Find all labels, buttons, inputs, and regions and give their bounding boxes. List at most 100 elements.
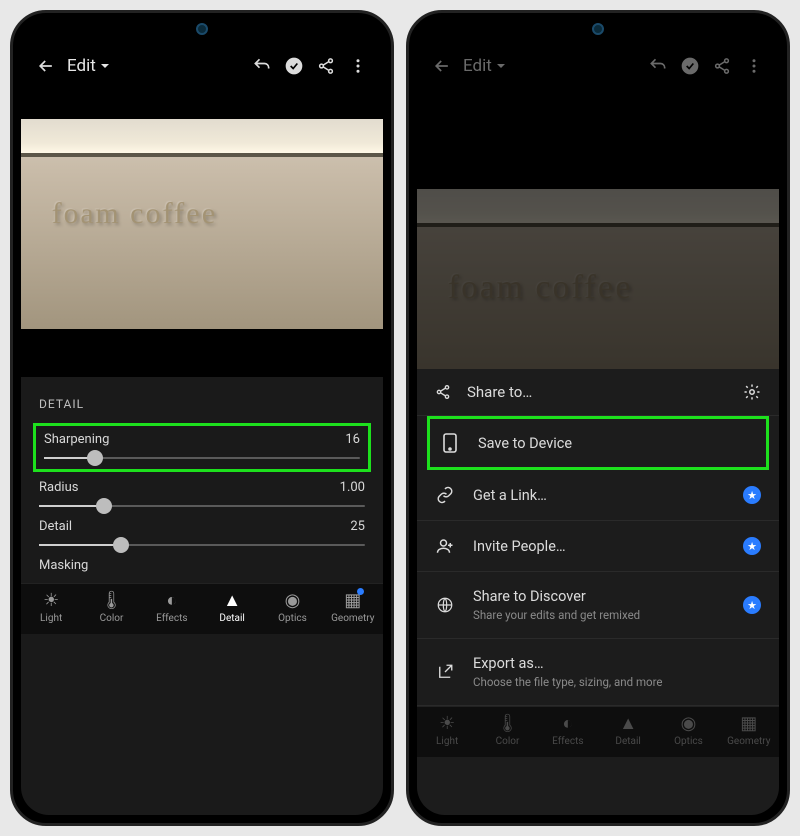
more-icon[interactable] <box>347 55 369 77</box>
premium-star-icon: ★ <box>743 596 761 614</box>
share-row-share-discover[interactable]: Share to Discover Share your edits and g… <box>417 572 779 639</box>
camera-notch-icon <box>196 23 208 35</box>
tab-geometry[interactable]: ▦ Geometry <box>323 590 383 624</box>
export-icon <box>435 663 455 681</box>
more-icon[interactable] <box>743 55 765 77</box>
tab-label: Effects <box>156 613 187 624</box>
share-icon[interactable] <box>711 55 733 77</box>
share-row-label: Get a Link… <box>473 487 725 504</box>
gear-icon[interactable] <box>743 383 761 401</box>
photo-wall-text: foam coffee <box>448 269 633 307</box>
effects-icon: ◐ <box>166 590 177 610</box>
share-row-text: Export as… Choose the file type, sizing,… <box>473 655 761 689</box>
bottom-tabbar: ☀ Light 🌡 Color ◐ Effects ▲ Detail ◉ <box>21 583 383 634</box>
optics-icon: ◉ <box>285 590 301 610</box>
tab-light[interactable]: ☀ Light <box>21 590 81 624</box>
share-sheet: Share to… Save to Device Get a Link… ★ <box>417 369 779 815</box>
slider-track[interactable] <box>39 544 365 546</box>
header-title[interactable]: Edit <box>67 56 110 76</box>
photo-image: foam coffee <box>417 189 779 369</box>
share-row-get-link[interactable]: Get a Link… ★ <box>417 470 779 521</box>
confirm-icon[interactable] <box>679 55 701 77</box>
camera-notch-icon <box>592 23 604 35</box>
share-row-label: Invite People… <box>473 538 725 555</box>
share-row-sub: Share your edits and get remixed <box>473 608 725 622</box>
back-icon[interactable] <box>431 55 453 77</box>
slider-sharpening[interactable]: Sharpening 16 <box>33 423 371 472</box>
chevron-down-icon <box>100 61 110 71</box>
tab-label: Light <box>40 613 62 624</box>
confirm-icon[interactable] <box>283 55 305 77</box>
undo-icon[interactable] <box>251 55 273 77</box>
share-icon[interactable] <box>315 55 337 77</box>
share-row-invite-people[interactable]: Invite People… ★ <box>417 521 779 572</box>
premium-badge-icon <box>357 588 364 595</box>
tab-optics[interactable]: ◉ Optics <box>262 590 322 624</box>
color-icon: 🌡 <box>496 713 519 733</box>
premium-star-icon: ★ <box>743 486 761 504</box>
slider-label: Sharpening <box>44 432 109 447</box>
detail-icon: ▲ <box>223 590 241 610</box>
detail-icon: ▲ <box>619 713 637 733</box>
share-row-save-to-device[interactable]: Save to Device <box>427 416 769 470</box>
tab-label: Optics <box>278 613 307 624</box>
photo-image: foam coffee <box>21 119 383 329</box>
tab-label: Detail <box>615 736 640 747</box>
slider-value: 25 <box>350 519 365 534</box>
header-title[interactable]: Edit <box>463 56 506 76</box>
tab-label: Color <box>100 613 124 624</box>
slider-value: 1.00 <box>340 480 365 495</box>
tab-label: Geometry <box>727 736 770 747</box>
optics-icon: ◉ <box>681 713 697 733</box>
link-icon <box>435 486 455 504</box>
share-row-label: Save to Device <box>478 435 756 452</box>
share-row-label: Share to Discover <box>473 588 725 605</box>
invite-icon <box>435 537 455 555</box>
tab-optics: ◉ Optics <box>658 713 718 747</box>
top-bar: Edit <box>21 43 383 89</box>
light-icon: ☀ <box>43 590 59 610</box>
tab-label: Color <box>496 736 520 747</box>
tab-geometry: ▦Geometry <box>719 713 779 747</box>
tab-effects[interactable]: ◐ Effects <box>142 590 202 624</box>
share-row-label: Export as… <box>473 655 761 672</box>
slider-radius[interactable]: Radius 1.00 <box>21 472 383 511</box>
slider-track[interactable] <box>39 505 365 507</box>
slider-label: Masking <box>39 558 88 573</box>
phone-left: Edit foam coffee DET <box>10 10 394 826</box>
slider-label: Detail <box>39 519 72 534</box>
share-row-text: Share to Discover Share your edits and g… <box>473 588 725 622</box>
tab-color: 🌡 Color <box>477 713 537 747</box>
tab-detail[interactable]: ▲ Detail <box>202 590 262 624</box>
effects-icon: ◐ <box>562 713 573 733</box>
undo-icon[interactable] <box>647 55 669 77</box>
tab-label: Light <box>436 736 458 747</box>
tab-detail: ▲ Detail <box>598 713 658 747</box>
tab-label: Geometry <box>331 613 374 624</box>
tab-label: Detail <box>219 613 244 624</box>
phone-right: Edit foam coffee <box>406 10 790 826</box>
slider-masking[interactable]: Masking <box>21 550 383 583</box>
globe-icon <box>435 596 455 614</box>
screen-left: Edit foam coffee DET <box>21 21 383 815</box>
slider-track[interactable] <box>44 457 360 459</box>
panel-title: DETAIL <box>21 391 383 423</box>
light-icon: ☀ <box>439 713 455 733</box>
tab-label: Optics <box>674 736 703 747</box>
back-icon[interactable] <box>35 55 57 77</box>
share-row-sub: Choose the file type, sizing, and more <box>473 675 761 689</box>
photo-wall-text: foam coffee <box>52 197 217 231</box>
tab-label: Effects <box>552 736 583 747</box>
tab-color[interactable]: 🌡 Color <box>81 590 141 624</box>
premium-star-icon: ★ <box>743 537 761 555</box>
photo-preview: foam coffee <box>417 119 779 369</box>
header-title-text: Edit <box>67 56 96 76</box>
slider-detail[interactable]: Detail 25 <box>21 511 383 550</box>
slider-label: Radius <box>39 480 78 495</box>
tab-light: ☀ Light <box>417 713 477 747</box>
photo-preview[interactable]: foam coffee <box>21 119 383 329</box>
share-sheet-header: Share to… <box>417 369 779 416</box>
color-icon: 🌡 <box>100 590 123 610</box>
share-row-export-as[interactable]: Export as… Choose the file type, sizing,… <box>417 639 779 706</box>
top-bar: Edit <box>417 43 779 89</box>
